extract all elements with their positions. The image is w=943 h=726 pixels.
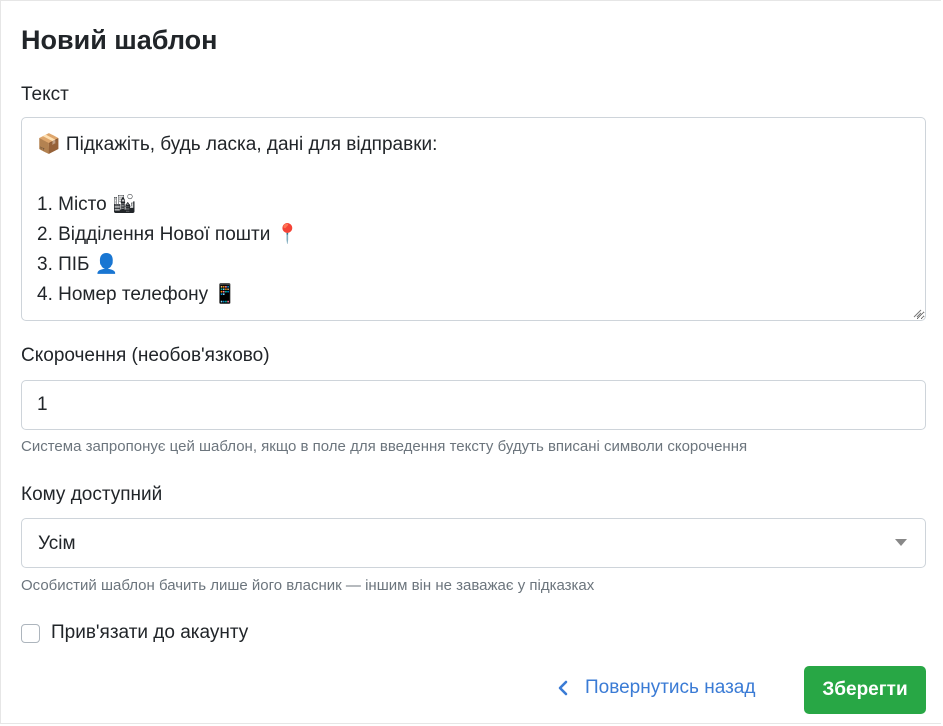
bind-account-checkbox[interactable] — [21, 623, 40, 643]
back-link-label: Повернутись назад — [585, 677, 756, 698]
back-link[interactable]: Повернутись назад — [555, 676, 755, 700]
chevron-left-icon — [558, 680, 568, 696]
access-select-value: Усім — [38, 533, 76, 554]
shortcut-input[interactable] — [21, 380, 926, 430]
shortcut-help-text: Система запропонує цей шаблон, якщо в по… — [21, 438, 748, 455]
page-title: Новий шаблон — [21, 25, 218, 55]
access-select[interactable]: Усім — [21, 518, 926, 568]
save-button[interactable]: Зберегти — [804, 666, 926, 714]
bind-account-label: Прив'язати до акаунту — [51, 622, 249, 643]
access-label: Кому доступний — [21, 484, 163, 505]
resize-grip-icon[interactable] — [912, 308, 922, 318]
caret-down-icon — [895, 539, 907, 546]
text-label: Текст — [21, 84, 69, 105]
access-help-text: Особистий шаблон бачить лише його власни… — [21, 577, 595, 594]
shortcut-label: Скорочення (необов'язково) — [21, 345, 270, 366]
template-text-area[interactable] — [21, 117, 926, 321]
bind-account-row[interactable]: Прив'язати до акаунту — [21, 621, 248, 645]
